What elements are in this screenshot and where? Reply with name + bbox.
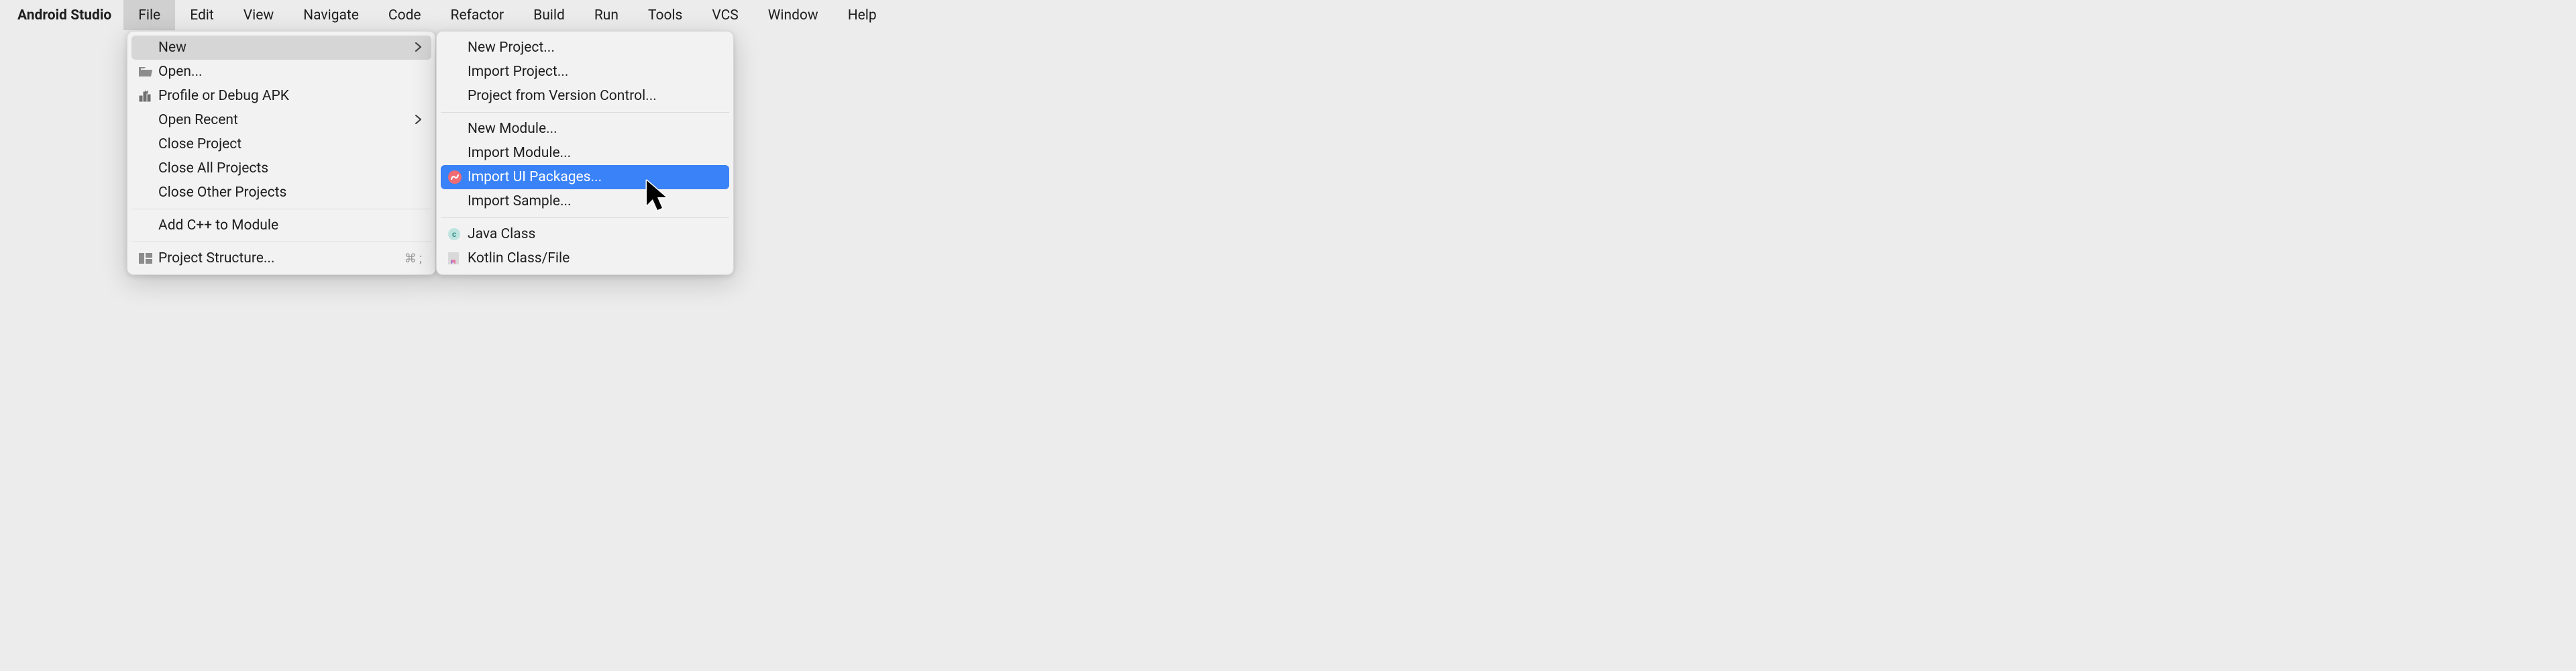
file-menu-close-other-projects-label: Close Other Projects <box>158 185 422 201</box>
file-menu-new-label: New <box>158 40 415 56</box>
file-menu-project-structure[interactable]: Project Structure... ⌘ ; <box>131 246 431 270</box>
app-name: Android Studio <box>5 0 123 30</box>
new-menu-new-project[interactable]: New Project... <box>441 36 729 60</box>
new-menu-new-project-label: New Project... <box>468 40 720 56</box>
menubar-item-build[interactable]: Build <box>519 0 580 30</box>
menubar-item-window[interactable]: Window <box>753 0 833 30</box>
kotlin-file-icon <box>447 252 468 265</box>
menubar-item-navigate[interactable]: Navigate <box>288 0 374 30</box>
menubar-item-tools[interactable]: Tools <box>633 0 697 30</box>
menubar-item-view[interactable]: View <box>229 0 288 30</box>
new-menu-kotlin-class-file[interactable]: Kotlin Class/File <box>441 246 729 270</box>
new-menu-java-class-label: Java Class <box>468 226 720 242</box>
menu-separator <box>441 217 729 218</box>
file-menu-close-all-projects[interactable]: Close All Projects <box>131 156 431 180</box>
java-class-icon: c <box>447 227 468 241</box>
file-menu-open[interactable]: Open... <box>131 60 431 84</box>
file-menu-project-structure-shortcut: ⌘ ; <box>405 252 422 266</box>
file-menu-project-structure-label: Project Structure... <box>158 250 396 266</box>
new-menu-import-sample[interactable]: Import Sample... <box>441 189 729 213</box>
file-menu-close-project-label: Close Project <box>158 136 422 152</box>
file-menu-close-all-projects-label: Close All Projects <box>158 160 422 176</box>
relay-icon <box>447 170 468 185</box>
file-menu-add-cpp-module[interactable]: Add C++ to Module <box>131 213 431 238</box>
new-menu-dropdown: New Project... Import Project... Project… <box>436 31 734 275</box>
menubar-item-code[interactable]: Code <box>374 0 436 30</box>
menu-separator <box>441 112 729 113</box>
new-menu-project-from-vcs-label: Project from Version Control... <box>468 88 720 104</box>
new-menu-java-class[interactable]: c Java Class <box>441 222 729 246</box>
new-menu-kotlin-class-file-label: Kotlin Class/File <box>468 250 720 266</box>
menubar-item-file[interactable]: File <box>123 0 175 30</box>
file-menu-close-other-projects[interactable]: Close Other Projects <box>131 180 431 205</box>
new-menu-new-module[interactable]: New Module... <box>441 117 729 141</box>
file-menu-open-recent-label: Open Recent <box>158 112 415 128</box>
new-menu-new-module-label: New Module... <box>468 121 720 137</box>
file-menu-add-cpp-module-label: Add C++ to Module <box>158 217 422 234</box>
menubar-item-edit[interactable]: Edit <box>175 0 229 30</box>
new-menu-project-from-vcs[interactable]: Project from Version Control... <box>441 84 729 108</box>
menubar-item-help[interactable]: Help <box>833 0 892 30</box>
folder-open-icon <box>138 66 158 78</box>
new-menu-import-project-label: Import Project... <box>468 64 720 80</box>
svg-text:c: c <box>452 229 456 239</box>
file-menu-close-project[interactable]: Close Project <box>131 132 431 156</box>
new-menu-import-module-label: Import Module... <box>468 145 720 161</box>
chevron-right-icon <box>415 40 422 56</box>
profile-icon <box>138 89 158 103</box>
new-menu-import-module[interactable]: Import Module... <box>441 141 729 165</box>
project-structure-icon <box>138 252 158 264</box>
chevron-right-icon <box>415 112 422 128</box>
file-menu-profile-debug-apk-label: Profile or Debug APK <box>158 88 422 104</box>
new-menu-import-sample-label: Import Sample... <box>468 193 720 209</box>
new-menu-import-ui-packages[interactable]: Import UI Packages... <box>441 165 729 189</box>
file-menu-open-recent[interactable]: Open Recent <box>131 108 431 132</box>
new-menu-import-project[interactable]: Import Project... <box>441 60 729 84</box>
file-menu-dropdown: New Open... Profile or Debug APK Open Re… <box>127 31 436 275</box>
menubar: Android Studio File Edit View Navigate C… <box>0 0 2576 30</box>
menubar-item-refactor[interactable]: Refactor <box>436 0 519 30</box>
new-menu-import-ui-packages-label: Import UI Packages... <box>468 169 720 185</box>
file-menu-profile-debug-apk[interactable]: Profile or Debug APK <box>131 84 431 108</box>
menubar-item-vcs[interactable]: VCS <box>697 0 753 30</box>
file-menu-new[interactable]: New <box>131 36 431 60</box>
file-menu-open-label: Open... <box>158 64 422 80</box>
menubar-item-run[interactable]: Run <box>580 0 633 30</box>
